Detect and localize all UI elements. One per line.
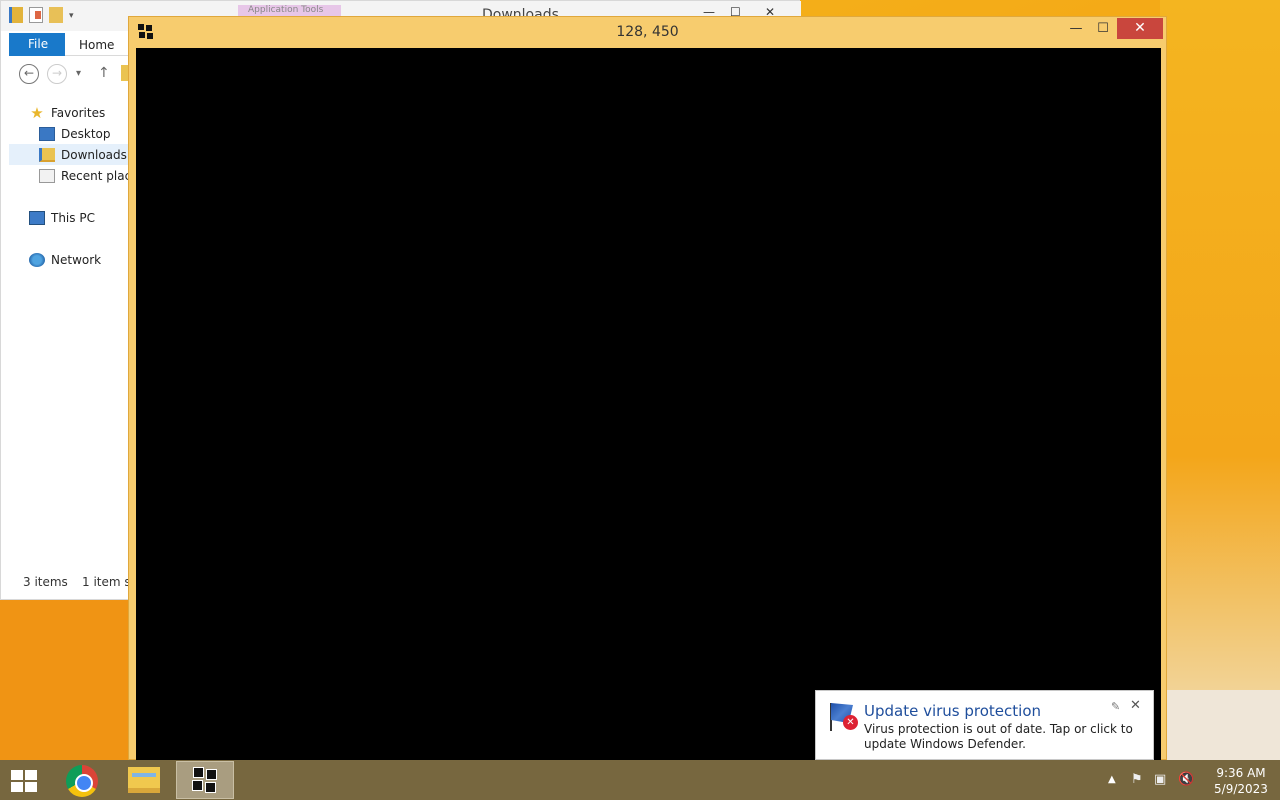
show-hidden-icons-button[interactable]: ▲ (1108, 774, 1116, 785)
status-item-count: 3 items (23, 575, 68, 589)
remote-viewer-window[interactable]: 128, 450 — ☐ ✕ (128, 16, 1167, 760)
minimize-button[interactable]: — (1064, 18, 1088, 39)
windows-logo-icon (11, 770, 38, 792)
clock-date: 5/9/2023 (1214, 782, 1268, 796)
clock[interactable]: 9:36 AM 5/9/2023 (1210, 765, 1272, 797)
notification-close-button[interactable]: ✕ (1130, 698, 1141, 713)
tree-item-label: This PC (51, 210, 95, 225)
folder-icon (39, 147, 55, 162)
pin-icon[interactable]: ✎ (1111, 700, 1120, 713)
tab-home[interactable]: Home (79, 38, 114, 52)
tree-item-label: Network (51, 252, 102, 267)
desktop-icon (39, 126, 55, 141)
tree-item-downloads[interactable]: Downloads (9, 144, 130, 165)
taskbar-chrome[interactable] (52, 761, 110, 799)
tree-item-label: Favorites (51, 105, 106, 120)
recent-places-icon (39, 168, 55, 183)
maximize-button[interactable]: ☐ (1091, 18, 1115, 39)
wallpaper-shape (0, 600, 140, 760)
clock-time: 9:36 AM (1216, 766, 1266, 780)
action-center-icon[interactable]: ⚑ (1131, 772, 1143, 787)
quick-access-toolbar: ▾ (9, 7, 77, 23)
close-button[interactable]: ✕ (1117, 18, 1163, 39)
defender-flag-icon: ✕ (828, 703, 860, 733)
folder-icon (128, 767, 160, 793)
defender-notification[interactable]: ✕ Update virus protection Virus protecti… (815, 690, 1154, 760)
forward-button[interactable]: → (47, 64, 67, 84)
up-button[interactable]: ↑ (98, 65, 110, 81)
new-folder-icon[interactable] (49, 7, 63, 23)
tree-item-recent-places[interactable]: Recent places (39, 165, 130, 186)
star-icon: ★ (30, 103, 44, 122)
computer-icon (29, 210, 45, 225)
notification-title: Update virus protection (864, 702, 1042, 720)
tree-item-label: Downloads (61, 147, 127, 162)
window-titlebar[interactable]: 128, 450 — ☐ ✕ (129, 17, 1166, 48)
properties-icon[interactable] (29, 7, 43, 23)
back-button[interactable]: ← (19, 64, 39, 84)
tree-item-label: Recent places (61, 168, 130, 183)
navigation-bar: ← → ▾ ↑ (9, 59, 139, 89)
folder-properties-icon[interactable] (9, 7, 23, 23)
chrome-icon (66, 765, 98, 797)
network-icon (29, 252, 45, 267)
taskbar-remote-viewer[interactable] (176, 761, 234, 799)
wallpaper-shape (1165, 690, 1280, 760)
tab-file[interactable]: File (9, 33, 65, 56)
window-title: 128, 450 (616, 24, 679, 40)
recent-locations-dropdown[interactable]: ▾ (76, 68, 81, 79)
taskbar: ▲ ⚑ ▣ 🔇 9:36 AM 5/9/2023 (0, 760, 1280, 800)
volume-muted-icon[interactable]: 🔇 (1178, 772, 1194, 787)
wallpaper-shape (1160, 0, 1280, 760)
network-icon[interactable]: ▣ (1154, 772, 1166, 787)
system-tray: ▲ ⚑ ▣ 🔇 9:36 AM 5/9/2023 (1100, 760, 1280, 800)
vnc-icon (190, 765, 222, 797)
notification-body: Virus protection is out of date. Tap or … (864, 722, 1133, 751)
taskbar-file-explorer[interactable] (114, 761, 172, 799)
remote-display-canvas[interactable] (136, 48, 1161, 760)
customize-toolbar-icon[interactable]: ▾ (69, 11, 77, 21)
tree-item-label: Desktop (61, 126, 111, 141)
start-button[interactable] (0, 760, 48, 800)
